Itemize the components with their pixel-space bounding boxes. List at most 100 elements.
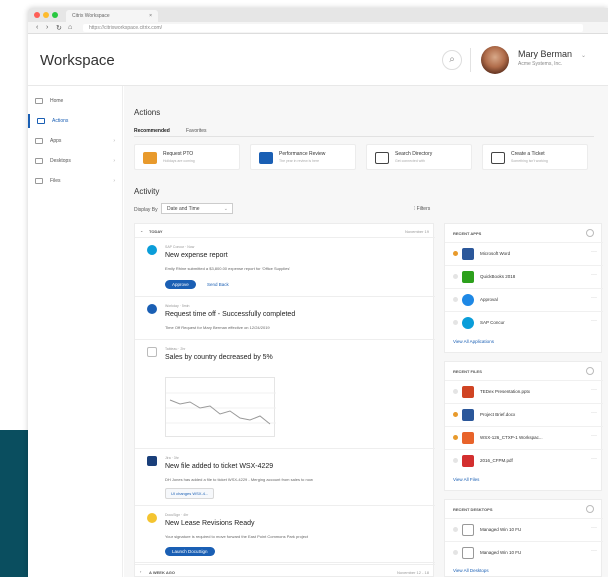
avatar[interactable] (481, 46, 509, 74)
browser-tab[interactable]: Citrix Workspace × (66, 10, 158, 22)
feed-group-header[interactable]: ⌄ TODAY November 19 (135, 224, 435, 238)
maximize-window-icon[interactable] (52, 12, 58, 18)
sidebar-item-actions[interactable]: Actions (28, 114, 123, 128)
recent-desktop-row[interactable]: Managed Win 10 FU ··· (445, 541, 603, 563)
more-icon[interactable]: ··· (591, 548, 597, 554)
recent-apps-panel: RECENT APPS Microsoft Word ··· QuickBook… (444, 223, 603, 353)
search-icon[interactable]: ⌕ (442, 50, 462, 70)
more-icon[interactable]: ··· (591, 387, 597, 393)
activity-item-jira[interactable]: Jira · 3hr New file added to ticket WSX-… (135, 450, 435, 506)
sidebar-item-desktops[interactable]: Desktops › (28, 154, 123, 168)
action-card-title: Performance Review (279, 151, 326, 157)
back-icon[interactable]: ‹ (36, 24, 38, 31)
action-card-title: Request PTO (163, 151, 194, 157)
group-label: A WEEK AGO (149, 570, 175, 575)
recent-app-row[interactable]: Microsoft Word ··· (445, 242, 603, 264)
sap-concur-icon (462, 317, 474, 329)
sales-chart[interactable] (165, 377, 276, 437)
recent-desktops-panel: RECENT DESKTOPS Managed Win 10 FU ··· Ma… (444, 499, 603, 577)
page-title: Workspace (40, 52, 115, 69)
docusign-icon (147, 513, 157, 523)
recent-app-row[interactable]: QuickBooks 2018 ··· (445, 265, 603, 287)
activity-title: Request time off - Successfully complete… (165, 311, 296, 318)
home-icon[interactable]: ⌂ (68, 24, 72, 31)
activity-item-time-off[interactable]: Workday · 5min Request time off - Succes… (135, 298, 435, 340)
favorite-icon[interactable] (453, 527, 458, 532)
more-icon[interactable]: ··· (591, 249, 597, 255)
recent-files-title: RECENT FILES (453, 369, 482, 374)
display-by-select[interactable]: Date and Time ⌄ (161, 203, 233, 214)
more-icon[interactable]: ··· (591, 295, 597, 301)
recent-app-row[interactable]: SAP Concur ··· (445, 311, 603, 333)
action-card-subtitle: Something isn't working (511, 159, 548, 163)
favorite-icon[interactable] (453, 274, 458, 279)
more-icon[interactable]: ··· (591, 410, 597, 416)
approval-icon (462, 294, 474, 306)
more-icon[interactable]: ··· (591, 318, 597, 324)
activity-meta: DocuSign · 4hr (165, 513, 189, 517)
more-icon[interactable]: ··· (591, 272, 597, 278)
favorite-icon[interactable] (453, 412, 458, 417)
app-header: Workspace ⌕ Mary Berman Acme Systems, In… (28, 34, 608, 86)
view-all-files-link[interactable]: View All Files (453, 477, 479, 482)
activity-item-docusign[interactable]: DocuSign · 4hr New Lease Revisions Ready… (135, 507, 435, 563)
user-org: Acme Systems, Inc. (518, 61, 563, 67)
recent-file-row[interactable]: WSX-126_CTXP-1 Workspac... ··· (445, 426, 603, 448)
user-name[interactable]: Mary Berman (518, 49, 572, 59)
action-card-search-directory[interactable]: Search Directory Get connected with (366, 144, 472, 170)
more-icon[interactable]: ··· (591, 456, 597, 462)
activity-item-sales[interactable]: Tableau · 2hr Sales by country decreased… (135, 341, 435, 449)
app-name: QuickBooks 2018 (480, 274, 516, 279)
activity-meta: Workday · 5min (165, 304, 190, 308)
favorite-icon[interactable] (453, 435, 458, 440)
tab-favorites[interactable]: Favorites (186, 128, 207, 134)
chevron-down-icon[interactable]: ⌄ (581, 52, 586, 59)
send-back-link[interactable]: Send Back (207, 282, 229, 287)
activity-feed: ⌄ TODAY November 19 SAP Concur · Now New… (134, 223, 435, 577)
recent-file-row[interactable]: Project Brief.docx ··· (445, 403, 603, 425)
info-icon[interactable] (586, 367, 594, 375)
view-all-desktops-link[interactable]: View All Desktops (453, 568, 489, 573)
recent-file-row[interactable]: TEDex Presentation.pptx ··· (445, 380, 603, 402)
chevron-down-icon: ⌄ (140, 228, 144, 233)
info-icon[interactable] (586, 229, 594, 237)
recent-file-row[interactable]: 2016_CFPM.pdf ··· (445, 449, 603, 471)
favorite-icon[interactable] (453, 320, 458, 325)
actions-title: Actions (134, 108, 161, 117)
close-window-icon[interactable] (34, 12, 40, 18)
url-field[interactable]: https://citrixworkspace.citrix.com/ (83, 24, 583, 32)
browser-window: Citrix Workspace × ‹ › ↻ ⌂ https://citri… (28, 8, 608, 577)
favorite-icon[interactable] (453, 550, 458, 555)
desktops-icon (35, 158, 43, 164)
filters-button[interactable]: ⫶ Filters (414, 206, 430, 212)
action-card-request-pto[interactable]: Request PTO Holidays are coming (134, 144, 240, 170)
forward-icon[interactable]: › (46, 24, 48, 31)
minimize-window-icon[interactable] (43, 12, 49, 18)
file-name: 2016_CFPM.pdf (480, 458, 513, 463)
attachment-chip[interactable]: UI changes WSX-4... (165, 488, 215, 499)
more-icon[interactable]: ··· (591, 433, 597, 439)
feed-group-header-week[interactable]: › A WEEK AGO November 12 - 18 (135, 564, 435, 577)
launch-docusign-button[interactable]: Launch DocuSign (165, 547, 215, 556)
favorite-icon[interactable] (453, 297, 458, 302)
sidebar-item-apps[interactable]: Apps › (28, 134, 123, 148)
recent-apps-title: RECENT APPS (453, 231, 482, 236)
sidebar-item-home[interactable]: Home (28, 94, 123, 108)
view-all-applications-link[interactable]: View All Applications (453, 339, 494, 344)
close-tab-icon[interactable]: × (149, 13, 152, 19)
reload-icon[interactable]: ↻ (56, 24, 62, 32)
recent-app-row[interactable]: Approval ··· (445, 288, 603, 310)
more-icon[interactable]: ··· (591, 525, 597, 531)
recent-desktop-row[interactable]: Managed Win 10 FU ··· (445, 518, 603, 540)
favorite-icon[interactable] (453, 389, 458, 394)
directory-icon (375, 152, 389, 164)
sidebar-item-files[interactable]: Files › (28, 174, 123, 188)
activity-item-expense[interactable]: SAP Concur · Now New expense report Emil… (135, 239, 435, 297)
favorite-icon[interactable] (453, 458, 458, 463)
favorite-icon[interactable] (453, 251, 458, 256)
approve-button[interactable]: Approve (165, 280, 196, 289)
sidebar-item-label: Actions (52, 118, 69, 124)
action-card-create-ticket[interactable]: Create a Ticket Something isn't working (482, 144, 588, 170)
info-icon[interactable] (586, 505, 594, 513)
action-card-performance-review[interactable]: Performance Review The year in review is… (250, 144, 356, 170)
